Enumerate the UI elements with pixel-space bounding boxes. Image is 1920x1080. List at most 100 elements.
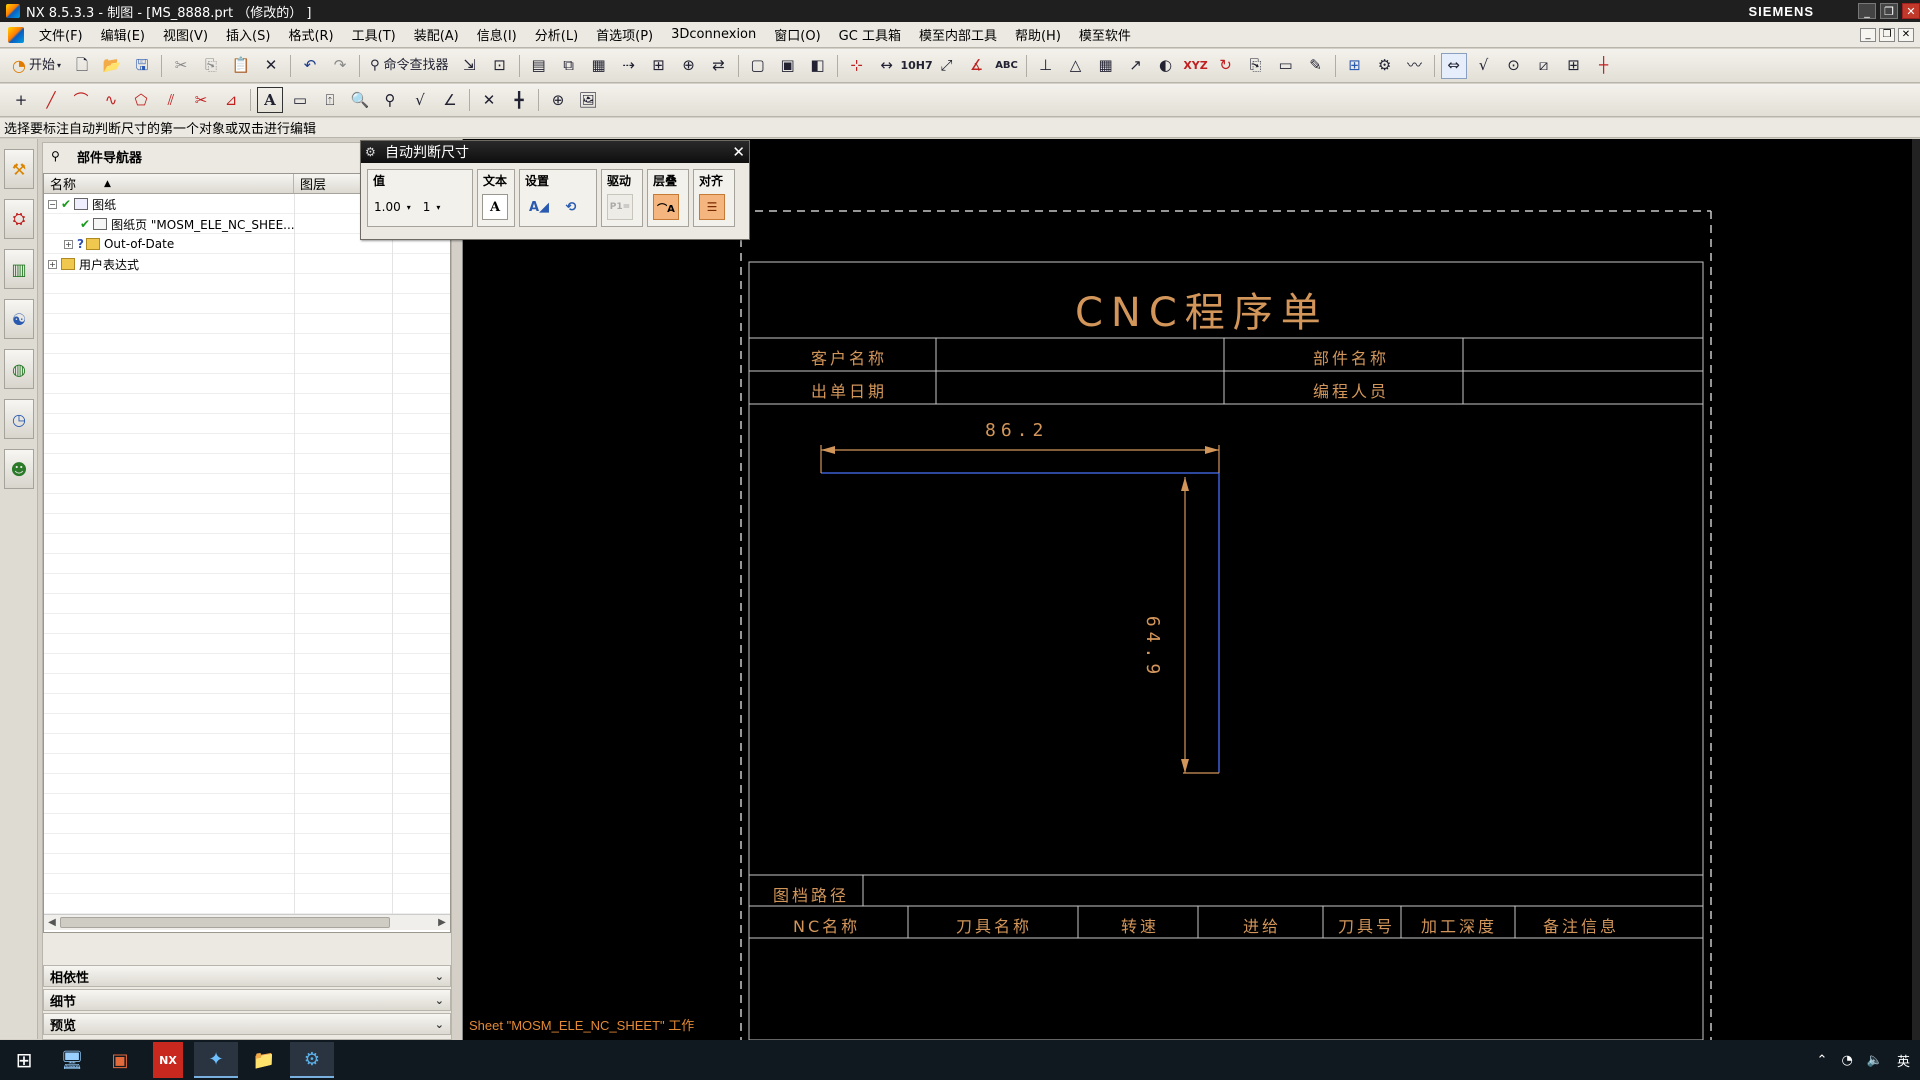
palette-icon[interactable]: ◍	[4, 349, 34, 389]
tree-row-out-of-date[interactable]: + ? Out-of-Date	[64, 234, 174, 254]
pencil-icon[interactable]: ✎	[1303, 53, 1329, 79]
command-finder-button[interactable]: ⚲ 命令查找器	[366, 53, 453, 79]
menu-gc-toolbox[interactable]: GC 工具箱	[830, 25, 910, 44]
menu-view[interactable]: 视图(V)	[154, 25, 217, 44]
restore-button[interactable]: ❐	[1880, 3, 1898, 19]
menu-information[interactable]: 信息(I)	[468, 25, 526, 44]
graphics-vertical-scrollbar[interactable]	[1912, 139, 1920, 1040]
delete-icon[interactable]: ✕	[258, 53, 284, 79]
linear-dimension-icon[interactable]: ↔	[874, 53, 900, 79]
text-style-icon[interactable]: A	[257, 87, 283, 113]
powerpoint-icon[interactable]: ▣	[98, 1042, 142, 1078]
scroll-left-icon[interactable]: ◀	[44, 917, 60, 928]
scrollbar-thumb[interactable]	[60, 917, 390, 928]
dimension-text-vertical[interactable]: 64.9	[1142, 616, 1163, 679]
align-icon[interactable]: ☰	[699, 194, 725, 220]
graphics-window[interactable]: CNC程序单 客户名称 部件名称 出单日期 编程人员 86.2 64.9 图档路…	[462, 139, 1920, 1040]
redo-icon[interactable]: ↷	[327, 53, 353, 79]
point-icon[interactable]: +	[8, 87, 34, 113]
chevron-down-icon[interactable]: ▾	[407, 203, 411, 212]
cross-icon[interactable]: ✕	[476, 87, 502, 113]
collapse-toggle-icon[interactable]: −	[48, 199, 57, 209]
chevron-up-icon[interactable]: ⌃	[1817, 1053, 1828, 1068]
menu-internal-tools[interactable]: 模至内部工具	[910, 25, 1006, 44]
border-icon[interactable]: ▢	[745, 53, 771, 79]
section-view-icon[interactable]: ⊞	[646, 53, 672, 79]
pin-icon[interactable]: ⚲	[51, 149, 63, 163]
crosshair-icon[interactable]: ┼	[1591, 53, 1617, 79]
dialog-title-bar[interactable]: ⚙ 自动判断尺寸 ✕	[361, 141, 749, 163]
angular-dimension-icon[interactable]: ∡	[964, 53, 990, 79]
nx-taskbar-icon[interactable]: NX	[153, 1042, 183, 1078]
text-box-icon[interactable]: ▭	[1273, 53, 1299, 79]
menu-preferences[interactable]: 首选项(P)	[587, 25, 662, 44]
drafting-dimension-icon[interactable]: ⇔	[1440, 52, 1467, 79]
input-language-indicator[interactable]: 英	[1897, 1051, 1910, 1070]
arc-icon[interactable]: ⌒	[68, 87, 94, 113]
minimize-button[interactable]: _	[1858, 3, 1876, 19]
target-icon[interactable]: ⊕	[545, 87, 571, 113]
grid-icon[interactable]: ⊞	[1561, 53, 1587, 79]
settings-gear-icon[interactable]: ⚙	[1372, 53, 1398, 79]
assembly-navigator-icon[interactable]: ⚒	[4, 149, 34, 189]
expand-toggle-icon[interactable]: +	[64, 239, 73, 249]
doc-minimize-button[interactable]: _	[1860, 27, 1876, 42]
spline-icon[interactable]: ∿	[98, 87, 124, 113]
dimension-style-icon[interactable]: A◢	[526, 194, 552, 220]
menu-app-icon[interactable]	[8, 26, 24, 43]
dimension-text-horizontal[interactable]: 86.2	[985, 420, 1048, 441]
projected-view-icon[interactable]: ⇢	[616, 53, 642, 79]
select-filter-icon[interactable]: ⇲	[457, 53, 483, 79]
menu-insert[interactable]: 插入(S)	[217, 25, 279, 44]
reuse-library-icon[interactable]: ⊞	[1342, 53, 1368, 79]
menu-window[interactable]: 窗口(O)	[765, 25, 829, 44]
tree-row-sheet[interactable]: ✔ 图纸页 "MOSM_ELE_NC_SHEE...	[80, 214, 295, 234]
triangle-icon[interactable]: △	[1063, 53, 1089, 79]
stack-icon[interactable]: ⌒A	[653, 194, 679, 220]
new-file-icon[interactable]: 🗋	[69, 53, 95, 79]
xyz-icon[interactable]: XYZ	[1183, 53, 1209, 79]
close-window-button[interactable]: ✕	[1902, 3, 1920, 19]
update-view-icon[interactable]: ◧	[805, 53, 831, 79]
menu-assembly[interactable]: 装配(A)	[405, 25, 468, 44]
image-icon[interactable]: ⎘	[1243, 53, 1269, 79]
zoom-icon[interactable]: 🔍	[347, 87, 373, 113]
menu-mozhi-software[interactable]: 模至软件	[1070, 25, 1140, 44]
web-browser-icon[interactable]: ☯	[4, 299, 34, 339]
offset-icon[interactable]: ⫽	[158, 87, 184, 113]
tolerance-dropdown[interactable]: 1	[423, 200, 431, 214]
radial-dimension-icon[interactable]: ⤢	[934, 53, 960, 79]
picture-icon[interactable]: 🖼	[575, 87, 601, 113]
panel-preview[interactable]: 预览 ⌄	[43, 1013, 451, 1035]
menu-edit[interactable]: 编辑(E)	[92, 25, 154, 44]
reset-style-icon[interactable]: ⟲	[558, 194, 584, 220]
zoom-window-icon[interactable]: ⊙	[1501, 53, 1527, 79]
display-sheet-icon[interactable]: ▣	[775, 53, 801, 79]
reuse-library-tab-icon[interactable]: ▥	[4, 249, 34, 289]
doc-restore-button[interactable]: ❐	[1879, 27, 1895, 42]
polygon-icon[interactable]: ⬠	[128, 87, 154, 113]
snap-point-icon[interactable]: ⊡	[487, 53, 513, 79]
angle-icon[interactable]: ∠	[437, 87, 463, 113]
wave-icon[interactable]: 〰	[1402, 53, 1428, 79]
drawing-sheet[interactable]	[463, 139, 1920, 1040]
part-navigator-icon[interactable]: ⛭	[4, 199, 34, 239]
menu-format[interactable]: 格式(R)	[279, 25, 342, 44]
note-icon[interactable]: ABC	[994, 53, 1020, 79]
menu-file[interactable]: 文件(F)	[30, 25, 92, 44]
fit-dimension-icon[interactable]: 10H7	[900, 53, 932, 79]
rapid-dimension-icon[interactable]: ⊹	[844, 53, 870, 79]
menu-3dconnexion[interactable]: 3Dconnexion	[662, 27, 765, 42]
search-icon[interactable]: ⚲	[377, 87, 403, 113]
precision-dropdown[interactable]: 1.00	[374, 200, 401, 214]
scroll-right-icon[interactable]: ▶	[434, 917, 450, 928]
menu-analysis[interactable]: 分析(L)	[526, 25, 587, 44]
ruler-icon[interactable]: ▭	[287, 87, 313, 113]
sphere-icon[interactable]: ◐	[1153, 53, 1179, 79]
start-button[interactable]: ◔ 开始 ▾	[8, 53, 65, 79]
tree-row-user-expressions[interactable]: + 用户表达式	[48, 254, 139, 274]
table-icon[interactable]: ▦	[1093, 53, 1119, 79]
gear-icon[interactable]: ⚙	[365, 145, 379, 159]
tree-row-drawing[interactable]: − ✔ 图纸	[48, 194, 116, 214]
menu-help[interactable]: 帮助(H)	[1006, 25, 1070, 44]
